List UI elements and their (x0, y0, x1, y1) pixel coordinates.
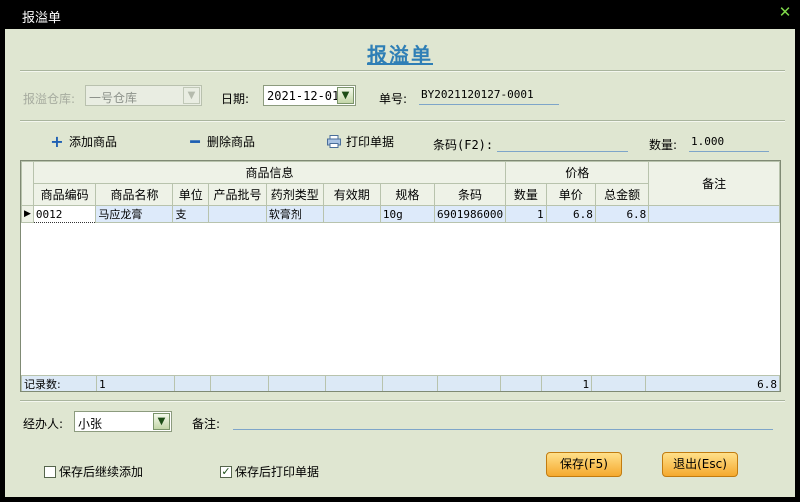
column-header[interactable]: 单位 (172, 183, 210, 206)
column-header[interactable]: 数量 (505, 183, 547, 206)
column-header[interactable]: 有效期 (322, 183, 381, 206)
table-cell[interactable]: 0012 (32, 205, 97, 223)
quantity-input[interactable]: 1.000 (689, 132, 769, 152)
exit-button[interactable]: 退出(Esc) (662, 452, 738, 477)
handler-select[interactable]: 小张 ▼ (74, 411, 172, 432)
date-picker[interactable]: 2021-12-01 ▼ (263, 85, 356, 106)
form-body: 报溢单 报溢仓库: 一号仓库 ▼ 日期: 2021-12-01 ▼ 单号: BY… (5, 29, 795, 497)
chevron-down-icon[interactable]: ▼ (337, 87, 354, 104)
column-header[interactable]: 总金额 (594, 183, 650, 206)
column-header[interactable]: 规格 (379, 183, 435, 206)
save-button[interactable]: 保存(F5) (546, 452, 622, 477)
check-icon[interactable]: ✓ (220, 465, 232, 478)
record-count-value: 1 (95, 375, 175, 391)
table-cell[interactable]: 1 (505, 205, 547, 223)
chevron-down-icon[interactable]: ▼ (153, 413, 170, 430)
order-no-field[interactable]: BY2021120127-0001 (419, 85, 559, 105)
column-header[interactable]: 条码 (433, 183, 507, 206)
chevron-down-icon: ▼ (183, 87, 200, 104)
divider (20, 400, 785, 402)
warehouse-select: 一号仓库 ▼ (85, 85, 202, 106)
quantity-label: 数量: (649, 138, 678, 152)
column-header[interactable]: 单价 (545, 183, 596, 206)
column-header[interactable]: 药剂类型 (265, 183, 324, 206)
close-icon[interactable]: ✕ (778, 5, 792, 20)
column-header[interactable]: 商品名称 (95, 183, 174, 206)
group-header-price: 价格 (505, 161, 650, 184)
remark-input[interactable] (233, 410, 773, 430)
table-cell[interactable]: 软膏剂 (265, 205, 324, 223)
table-row[interactable]: ▶ 0012 马应龙膏 支 软膏剂 10g 6901986000 1 6.8 6… (21, 205, 780, 223)
table-cell[interactable]: 马应龙膏 (95, 205, 174, 223)
column-header[interactable]: 商品编码 (32, 183, 97, 206)
plus-icon: + (50, 131, 64, 151)
record-count-label: 记录数: (21, 375, 97, 391)
continue-add-checkbox[interactable]: 保存后继续添加 (44, 463, 143, 480)
table-cell[interactable] (208, 205, 267, 223)
grid-table: 商品信息 价格 备注 商品编码 商品名称 单位 产品批号 药剂类型 有效期 规格… (21, 161, 780, 223)
warehouse-label: 报溢仓库: (23, 92, 76, 106)
checkbox-box[interactable] (44, 465, 56, 478)
print-button[interactable]: 打印单据 (327, 133, 394, 150)
table-cell[interactable] (322, 205, 381, 223)
column-header[interactable]: 产品批号 (208, 183, 267, 206)
divider (20, 120, 785, 122)
handler-label: 经办人: (23, 417, 64, 431)
barcode-label: 条码(F2): (433, 138, 494, 152)
add-product-button[interactable]: + 添加商品 (50, 133, 117, 150)
row-header-corner (21, 161, 34, 206)
amount-total: 6.8 (645, 375, 780, 391)
table-cell[interactable]: 6.8 (545, 205, 596, 223)
printer-icon (327, 134, 341, 149)
order-no-label: 单号: (379, 92, 408, 106)
divider (20, 70, 785, 72)
quantity-total: 1 (541, 375, 593, 391)
table-cell[interactable]: 支 (172, 205, 210, 223)
group-header-product: 商品信息 (32, 161, 507, 184)
minus-icon: ━ (190, 131, 200, 151)
print-after-save-checkbox[interactable]: ✓ 保存后打印单据 (220, 463, 319, 480)
column-header-remark[interactable]: 备注 (648, 161, 780, 206)
table-cell[interactable]: 6.8 (594, 205, 650, 223)
remark-label: 备注: (192, 417, 221, 431)
product-grid[interactable]: 商品信息 价格 备注 商品编码 商品名称 单位 产品批号 药剂类型 有效期 规格… (20, 160, 781, 392)
barcode-input[interactable] (497, 132, 628, 152)
table-cell[interactable]: 6901986000 (433, 205, 507, 223)
page-title: 报溢单 (367, 43, 433, 67)
title-bar: 报溢单 ✕ (0, 0, 800, 29)
grid-footer: 记录数: 1 1 6.8 (21, 375, 780, 391)
table-cell[interactable]: 10g (379, 205, 435, 223)
table-cell[interactable] (648, 205, 780, 223)
date-label: 日期: (221, 92, 250, 106)
delete-product-button[interactable]: ━ 删除商品 (188, 133, 255, 150)
window-title: 报溢单 (22, 11, 62, 26)
triangle-right-icon: ▶ (21, 205, 34, 223)
